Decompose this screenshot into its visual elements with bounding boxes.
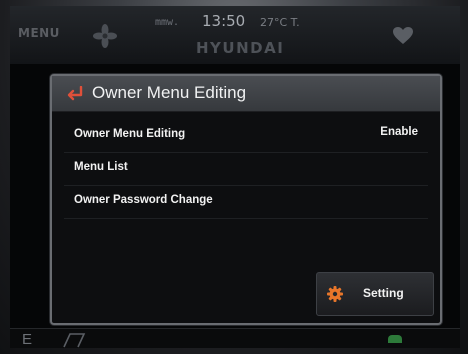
setting-button[interactable]: Setting (316, 272, 434, 316)
row-label: Owner Menu Editing (74, 128, 186, 140)
row-owner-password-change[interactable]: Owner Password Change (64, 186, 428, 219)
row-menu-list[interactable]: Menu List (64, 153, 428, 186)
status-indicator-green (388, 335, 402, 343)
date-display: mmw. (155, 17, 180, 28)
row-value-enable: Enable (380, 126, 418, 138)
setting-label: Setting (363, 286, 404, 300)
row-label: Menu List (74, 161, 128, 173)
gear-position-indicator: E (22, 331, 33, 348)
gear-icon (327, 286, 343, 302)
owner-menu-dialog: Owner Menu Editing Owner Menu Editing En… (50, 74, 442, 325)
flag-icon[interactable] (62, 332, 86, 348)
device-bezel: MENU mmw. 13:50 27°C T. HYUNDAI Owner Me… (0, 0, 468, 354)
head-unit-screen: MENU mmw. 13:50 27°C T. HYUNDAI Owner Me… (10, 6, 460, 348)
status-bar: MENU mmw. 13:50 27°C T. HYUNDAI (10, 6, 460, 64)
bottom-strip: E (10, 328, 460, 348)
dialog-header: Owner Menu Editing (52, 76, 440, 112)
fan-icon[interactable] (92, 23, 118, 49)
menu-button[interactable]: MENU (18, 26, 60, 40)
clock-display: 13:50 (202, 12, 246, 30)
dialog-title: Owner Menu Editing (92, 83, 247, 102)
row-label: Owner Password Change (74, 194, 213, 206)
brand-logo-text: HYUNDAI (196, 39, 285, 57)
heart-icon[interactable] (392, 26, 414, 46)
temperature-display: 27°C T. (260, 16, 300, 29)
back-arrow-icon[interactable] (66, 85, 84, 102)
row-owner-menu-editing[interactable]: Owner Menu Editing Enable (64, 120, 428, 153)
